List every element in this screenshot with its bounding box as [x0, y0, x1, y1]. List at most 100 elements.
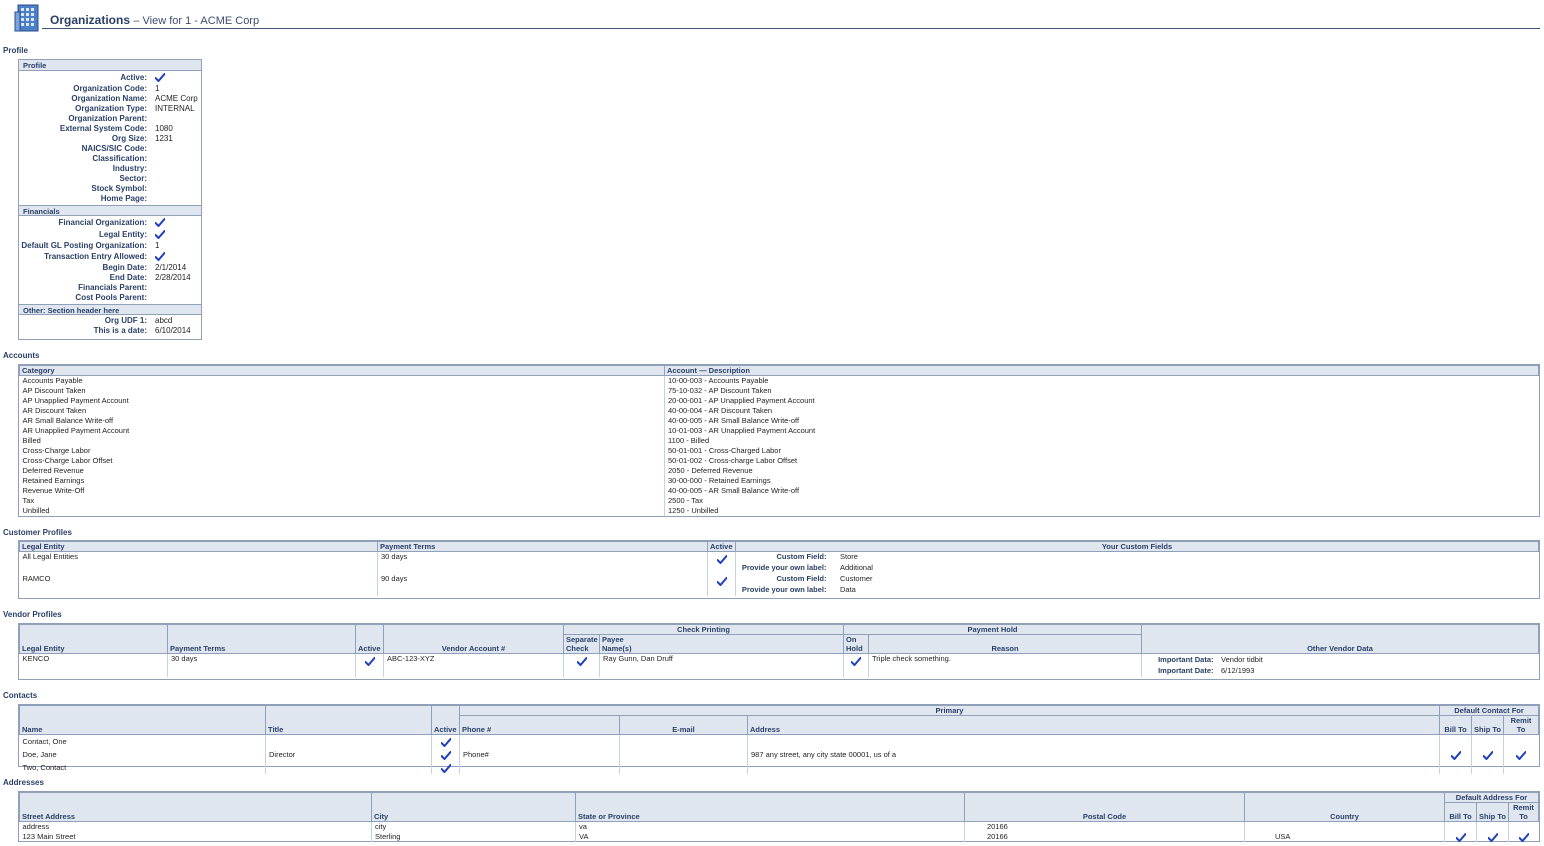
contacts-group-default: Default Contact For: [1439, 705, 1539, 716]
addr-col-street[interactable]: Street Address: [19, 792, 372, 822]
field-value: abcd: [155, 316, 173, 325]
vendor-other-label-1: Important Data:: [1158, 655, 1214, 664]
table-row[interactable]: RAMCO 90 days Custom Field: Customer Provide…: [20, 574, 1539, 596]
contact-address: 987 any street, any city state 00001, us…: [751, 750, 897, 759]
profile-field: Org UDF 1: abcd: [19, 316, 201, 326]
other-fields: Org UDF 1: abcd This is a date: 6/10/2014: [19, 315, 201, 336]
customer-profiles-table: Legal Entity Payment Terms Active Your C…: [19, 541, 1539, 596]
other-header: Other: Section header here: [19, 304, 201, 315]
contacts-col-email[interactable]: E-mail: [619, 715, 748, 735]
addr-col-city[interactable]: City: [371, 792, 576, 822]
contacts-col-name[interactable]: Name: [19, 705, 266, 735]
vendor-entity: KENCO: [22, 654, 50, 663]
field-label: NAICS/SIC Code:: [81, 144, 147, 153]
field-label: External System Code:: [59, 124, 147, 133]
profile-field: Financial Organization:: [19, 217, 201, 229]
table-row[interactable]: Contact, One Doe, Jane Two, Contact Dire…: [20, 734, 1539, 774]
vendor-col-active[interactable]: Active: [355, 624, 384, 654]
account-description: 20-00-001 - AP Unapplied Payment Account: [664, 396, 1539, 406]
addr-col-remit-to[interactable]: Remit To: [1508, 802, 1539, 822]
field-value: 1: [155, 84, 160, 93]
cust-active-check-icon: [717, 555, 727, 564]
contacts-table: Name Title Active Primary Default Contac…: [19, 705, 1539, 774]
vendor-other-value-1: Vendor tidbit: [1221, 655, 1263, 664]
table-row[interactable]: Cross-Charge Labor Offset 50-01-002 - Cro…: [20, 456, 1539, 466]
field-value: 2/28/2014: [155, 273, 191, 282]
contacts-col-bill-to[interactable]: Bill To: [1439, 715, 1473, 735]
contacts-col-remit-to[interactable]: Remit To: [1503, 715, 1539, 735]
addr-col-ship-to[interactable]: Ship To: [1476, 802, 1509, 822]
table-row[interactable]: Billed 1100 - Billed: [20, 436, 1539, 446]
addr-col-state[interactable]: State or Province: [575, 792, 965, 822]
cust-col-entity[interactable]: Legal Entity: [19, 541, 378, 552]
table-row[interactable]: Tax 2500 - Tax: [20, 496, 1539, 506]
table-row[interactable]: Revenue Write-Off 40-00-005 - AR Small Ba…: [20, 486, 1539, 496]
cust-col-active[interactable]: Active: [707, 541, 736, 552]
contact-name: Contact, One: [22, 737, 67, 746]
account-description: 40-00-005 - AR Small Balance Write-off: [664, 486, 1539, 496]
table-row[interactable]: Cross-Charge Labor 50-01-001 - Cross-Char…: [20, 446, 1539, 456]
page-title-subtitle: – View for 1 - ACME Corp: [133, 15, 260, 27]
cust-active: [707, 574, 736, 596]
account-category: Retained Earnings: [22, 476, 85, 485]
contact-name: Two, Contact: [22, 763, 67, 772]
custom-field-value: Store: [840, 552, 858, 561]
vendor-col-payee[interactable]: Payee Name(s): [599, 634, 844, 654]
table-row[interactable]: AR Unapplied Payment Account 10-01-003 - …: [20, 426, 1539, 436]
addr-street: 123 Main Street: [22, 832, 76, 841]
cust-terms: 90 days: [377, 574, 708, 596]
table-row[interactable]: All Legal Entities 30 days Custom Field: St…: [20, 551, 1539, 574]
contact-phone: Phone#: [463, 750, 489, 759]
table-row[interactable]: address 123 Main Street city Sterling va VA…: [20, 821, 1539, 842]
check-icon: [155, 252, 165, 261]
vendor-col-on-hold[interactable]: On Hold: [843, 634, 869, 654]
table-row[interactable]: Deferred Revenue 2050 - Deferred Revenue: [20, 466, 1539, 476]
table-row[interactable]: AP Unapplied Payment Account 20-00-001 - …: [20, 396, 1539, 406]
table-row[interactable]: AP Discount Taken 75-10-032 - AP Discount…: [20, 386, 1539, 396]
table-row[interactable]: Unbilled 1250 - Unbilled: [20, 506, 1539, 516]
vendor-col-separate-check[interactable]: Separate Check: [563, 634, 600, 654]
account-description: 10-01-003 - AR Unapplied Payment Account: [664, 426, 1539, 436]
contact-active-check-icon: [441, 764, 451, 773]
page-header: Organizations – View for 1 - ACME Corp: [0, 0, 1544, 32]
field-label: This is a date:: [93, 326, 147, 335]
custom-field-label: Custom Field:: [776, 552, 827, 561]
cust-terms: 30 days: [377, 551, 708, 574]
vendor-col-terms[interactable]: Payment Terms: [167, 624, 356, 654]
field-value: 1: [155, 241, 160, 250]
table-row[interactable]: AR Discount Taken 40-00-004 - AR Discount…: [20, 406, 1539, 416]
cust-col-terms[interactable]: Payment Terms: [377, 541, 708, 552]
profile-field: Stock Symbol:: [19, 184, 201, 194]
contacts-col-active[interactable]: Active: [431, 705, 460, 735]
vendor-profiles-table: Legal Entity Payment Terms Active Vendor…: [19, 624, 1539, 677]
contacts-col-title[interactable]: Title: [265, 705, 432, 735]
addr-col-country[interactable]: Country: [1244, 792, 1445, 822]
profile-field: Legal Entity:: [19, 229, 201, 241]
profile-field: Financials Parent:: [19, 283, 201, 293]
contacts-col-phone[interactable]: Phone #: [459, 715, 620, 735]
table-row[interactable]: KENCO 30 days ABC-123-XYZ Ray Gunn, Dan …: [20, 653, 1539, 677]
vendor-col-entity[interactable]: Legal Entity: [19, 624, 168, 654]
addr-col-bill-to[interactable]: Bill To: [1444, 802, 1477, 822]
field-label: Org UDF 1:: [104, 316, 147, 325]
contacts-col-ship-to[interactable]: Ship To: [1471, 715, 1505, 735]
vendor-active-check-icon: [365, 657, 375, 666]
field-label: Stock Symbol:: [91, 184, 147, 193]
addr-group-default: Default Address For: [1444, 792, 1539, 803]
table-row[interactable]: Retained Earnings 30-00-000 - Retained Ea…: [20, 476, 1539, 486]
field-label: Organization Parent:: [68, 114, 147, 123]
contacts-col-address[interactable]: Address: [746, 715, 1441, 735]
account-description: 2500 - Tax: [664, 496, 1539, 506]
customer-profiles-box: Legal Entity Payment Terms Active Your C…: [18, 540, 1540, 599]
field-value: 2/1/2014: [155, 263, 187, 272]
vendor-col-reason[interactable]: Reason: [867, 634, 1143, 654]
field-value: [155, 217, 165, 229]
table-row[interactable]: AR Small Balance Write-off 40-00-005 - AR…: [20, 416, 1539, 426]
accounts-col-category[interactable]: Category: [19, 365, 665, 376]
addr-col-postal[interactable]: Postal Code: [964, 792, 1245, 822]
field-label: Home Page:: [100, 194, 147, 203]
accounts-col-account[interactable]: Account — Description: [664, 365, 1539, 376]
section-label-customer-profiles: Customer Profiles: [3, 528, 72, 537]
table-row[interactable]: Accounts Payable 10-00-003 - Accounts Pay…: [20, 375, 1539, 386]
vendor-col-account[interactable]: Vendor Account #: [383, 624, 564, 654]
